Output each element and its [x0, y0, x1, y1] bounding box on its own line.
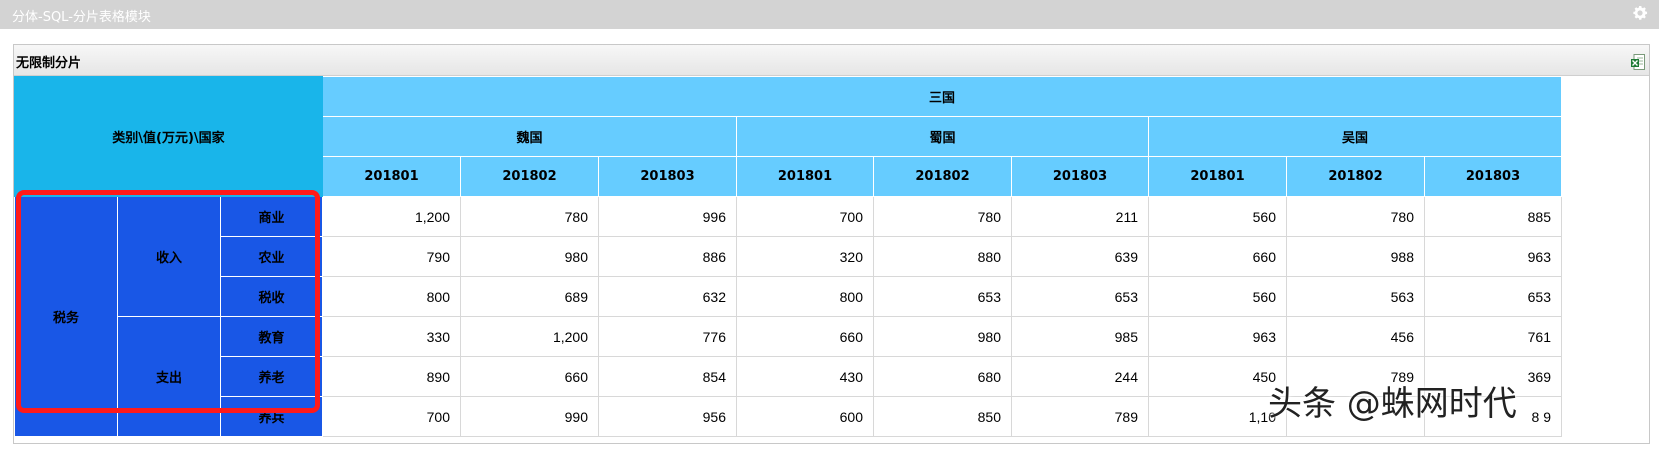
value-cell: 660 — [460, 356, 599, 397]
period-header: 201801 — [1148, 156, 1287, 197]
value-cell: 800 — [736, 276, 874, 317]
row-header: 商业 — [220, 196, 323, 237]
value-cell: 320 — [736, 236, 874, 277]
excel-export-icon[interactable] — [1631, 54, 1645, 70]
value-cell: 790 — [322, 236, 461, 277]
watermark: 头条 @蛛网时代 — [1268, 384, 1517, 424]
level1-header: 税务 — [14, 196, 118, 437]
value-cell: 996 — [598, 196, 737, 237]
value-cell: 700 — [736, 196, 874, 237]
value-cell: 850 — [873, 396, 1012, 437]
row-header: 养老 — [220, 356, 323, 397]
row-header: 税收 — [220, 276, 323, 317]
country-header: 吴国 — [1148, 116, 1562, 157]
value-cell: 639 — [1011, 236, 1149, 277]
value-cell: 600 — [736, 396, 874, 437]
value-cell: 963 — [1148, 316, 1287, 357]
value-cell: 244 — [1011, 356, 1149, 397]
value-cell: 1,200 — [322, 196, 461, 237]
table-row: 支出 教育 330 1,200 776 660 980 985 963 456 … — [15, 316, 1562, 437]
value-cell: 653 — [1011, 276, 1149, 317]
value-cell: 980 — [460, 236, 599, 277]
table-row: 税务 收入 商业 1,200 780 996 700 780 211 560 7… — [14, 196, 1562, 437]
value-cell: 985 — [1011, 316, 1149, 357]
period-header: 201803 — [598, 156, 737, 197]
corner-header: 类别\值(万元)\国家 — [14, 76, 323, 197]
value-cell: 660 — [736, 316, 874, 357]
value-cell: 776 — [598, 316, 737, 357]
value-cell: 660 — [1148, 236, 1287, 277]
period-header: 201803 — [1424, 156, 1562, 197]
value-cell: 780 — [1286, 196, 1425, 237]
row-header: 教育 — [220, 316, 323, 357]
group-header: 收入 — [117, 196, 221, 317]
period-header: 201802 — [460, 156, 599, 197]
value-cell: 780 — [460, 196, 599, 237]
module-title-bar: 分体-SQL-分片表格模块 — [0, 0, 1659, 29]
value-cell: 780 — [873, 196, 1012, 237]
value-cell: 761 — [1424, 316, 1562, 357]
value-cell: 430 — [736, 356, 874, 397]
panel-header: 无限制分片 — [14, 45, 1649, 76]
panel-title: 无限制分片 — [16, 56, 82, 71]
value-cell: 563 — [1286, 276, 1425, 317]
value-cell: 854 — [598, 356, 737, 397]
value-cell: 980 — [873, 316, 1012, 357]
period-header: 201802 — [1286, 156, 1425, 197]
value-cell: 789 — [1011, 396, 1149, 437]
value-cell: 885 — [1424, 196, 1562, 237]
row-header: 养兵 — [220, 396, 323, 437]
country-header: 魏国 — [322, 116, 737, 157]
value-cell: 632 — [598, 276, 737, 317]
period-header: 201801 — [322, 156, 461, 197]
value-cell: 653 — [1424, 276, 1562, 317]
table-row: 农业 790 980 886 320 880 639 660 988 963 — [15, 236, 1562, 277]
top-header: 三国 — [322, 76, 1562, 117]
value-cell: 890 — [322, 356, 461, 397]
row-header: 农业 — [220, 236, 323, 277]
value-cell: 800 — [322, 276, 461, 317]
value-cell: 990 — [460, 396, 599, 437]
value-cell: 680 — [873, 356, 1012, 397]
period-header: 201803 — [1011, 156, 1149, 197]
value-cell: 700 — [322, 396, 461, 437]
value-cell: 956 — [598, 396, 737, 437]
value-cell: 1,200 — [460, 316, 599, 357]
group-header: 支出 — [117, 316, 221, 437]
module-title: 分体-SQL-分片表格模块 — [12, 10, 151, 25]
period-header: 201802 — [873, 156, 1012, 197]
table-row: 税收 800 689 632 800 653 653 560 563 653 — [15, 276, 1562, 317]
value-cell: 330 — [322, 316, 461, 357]
period-header: 201801 — [736, 156, 874, 197]
value-cell: 211 — [1011, 196, 1149, 237]
value-cell: 1,10 — [1148, 396, 1287, 437]
country-header: 蜀国 — [736, 116, 1149, 157]
value-cell: 963 — [1424, 236, 1562, 277]
value-cell: 560 — [1148, 276, 1287, 317]
value-cell: 450 — [1148, 356, 1287, 397]
value-cell: 988 — [1286, 236, 1425, 277]
value-cell: 560 — [1148, 196, 1287, 237]
value-cell: 880 — [873, 236, 1012, 277]
value-cell: 456 — [1286, 316, 1425, 357]
value-cell: 653 — [873, 276, 1012, 317]
value-cell: 689 — [460, 276, 599, 317]
gear-icon[interactable] — [1631, 4, 1649, 22]
value-cell: 886 — [598, 236, 737, 277]
